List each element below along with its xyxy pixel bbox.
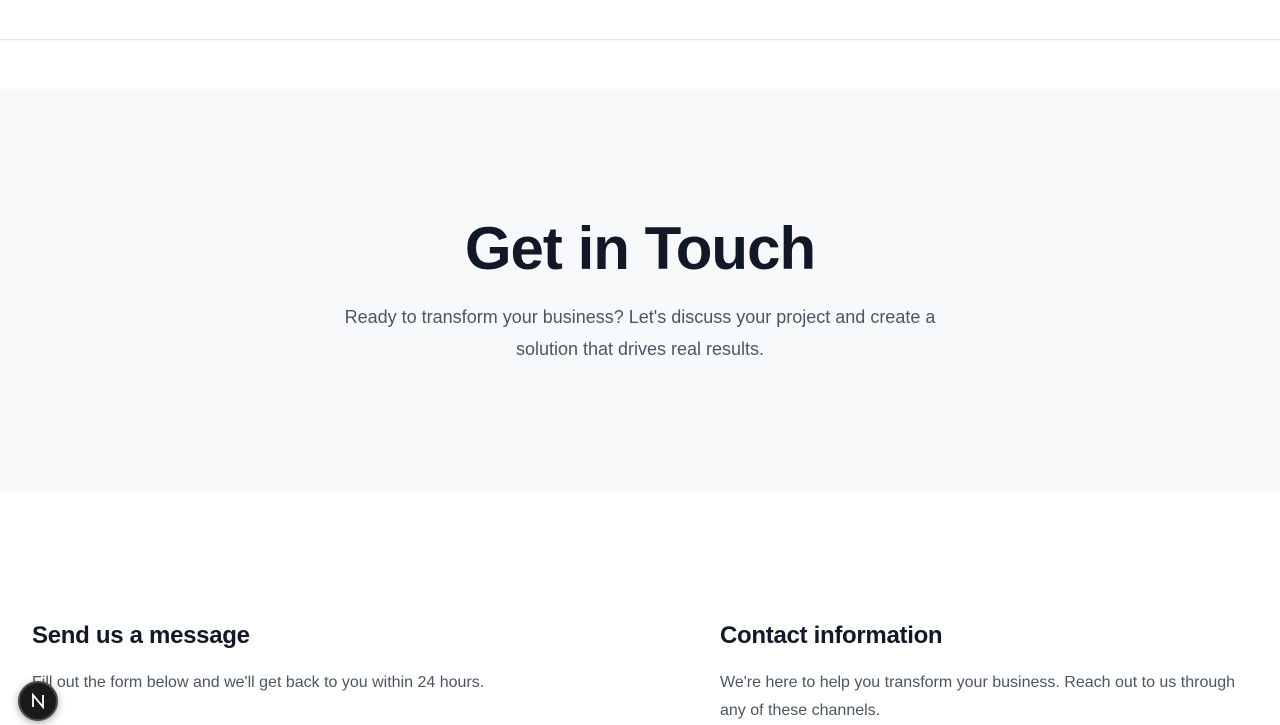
hero-subtitle: Ready to transform your business? Let's … bbox=[344, 307, 936, 359]
contact-info-heading: Contact information bbox=[720, 622, 943, 649]
hero-section: Get in Touch Ready to transform your bus… bbox=[0, 89, 1280, 493]
send-message-section: Send us a message Fill out the form belo… bbox=[32, 620, 652, 697]
contact-info-description: We're here to help you transform your bu… bbox=[720, 674, 1236, 719]
nextjs-dev-tools-button[interactable] bbox=[18, 681, 58, 721]
nextjs-n-icon bbox=[32, 693, 44, 709]
send-message-description: Fill out the form below and we'll get ba… bbox=[32, 674, 485, 691]
send-message-heading: Send us a message bbox=[32, 622, 250, 649]
contact-info-section: Contact information We're here to help y… bbox=[720, 620, 1240, 725]
top-navigation-bar bbox=[0, 0, 1280, 40]
page-title: Get in Touch bbox=[464, 215, 816, 282]
